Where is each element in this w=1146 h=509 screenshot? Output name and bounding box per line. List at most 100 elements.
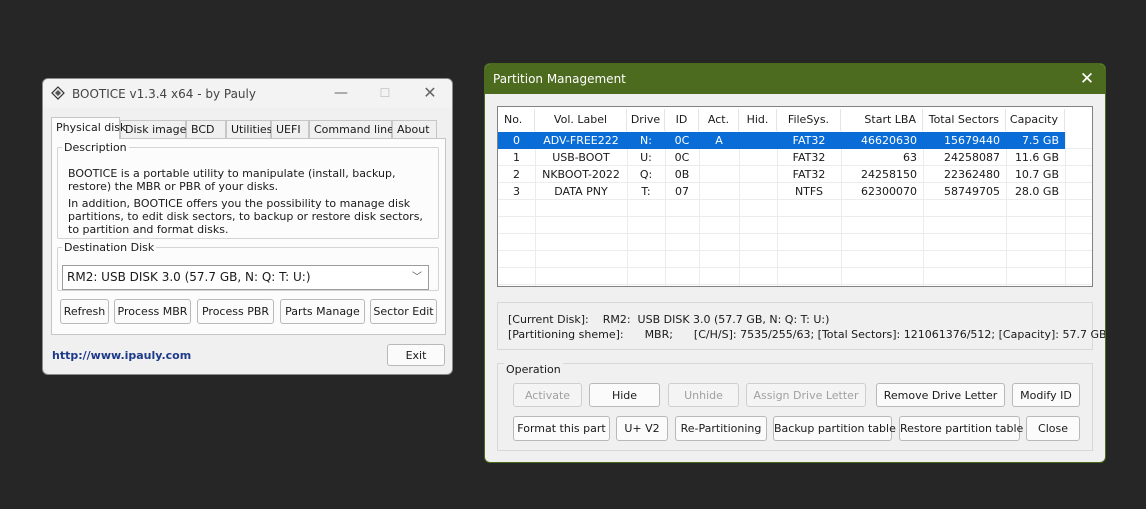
activate-button: Activate [513, 383, 582, 407]
physical-disk-panel: Description BOOTICE is a portable utilit… [51, 138, 446, 335]
restore-partition-table-button[interactable]: Restore partition table [899, 416, 1023, 441]
bootice-titlebar[interactable]: BOOTICE v1.3.4 x64 - by Pauly — ☐ ✕ [43, 79, 452, 108]
destination-legend: Destination Disk [64, 241, 155, 254]
col-total-sectors[interactable]: Total Sectors [923, 109, 1006, 131]
cell-total-sectors: 15679440 [944, 134, 1000, 147]
grid-line [498, 216, 1092, 217]
close-icon[interactable]: ✕ [416, 83, 444, 103]
col-hid[interactable]: Hid. [739, 109, 777, 131]
process-pbr-button[interactable]: Process PBR [197, 299, 274, 324]
cell-drive: T: [641, 185, 651, 198]
backup-partition-table-button[interactable]: Backup partition table [773, 416, 896, 441]
tab-disk-image[interactable]: Disk image [120, 120, 186, 138]
process-mbr-button[interactable]: Process MBR [114, 299, 191, 324]
pm-titlebar[interactable]: Partition Management ✕ [485, 64, 1105, 94]
chevron-down-icon[interactable]: ﹀ [412, 266, 422, 289]
grid-line [1065, 131, 1066, 286]
disk-info-box: [Current Disk]: RM2: USB DISK 3.0 (57.7 … [497, 302, 1105, 350]
close-button[interactable]: Close [1026, 416, 1080, 441]
grid-line [498, 250, 1092, 251]
disk-app-icon [51, 86, 65, 100]
u-v2-button[interactable]: U+ V2 [616, 416, 668, 441]
remove-drive-letter-button[interactable]: Remove Drive Letter [876, 383, 1005, 407]
cell-no: 1 [513, 151, 520, 164]
format-part-button[interactable]: Format this part [513, 416, 610, 441]
hide-button[interactable]: Hide [589, 383, 660, 407]
unhide-button: Unhide [668, 383, 739, 407]
grid-line [498, 267, 1092, 268]
cell-id: 0C [674, 151, 690, 164]
parts-manage-button[interactable]: Parts Manage [280, 299, 365, 324]
col-capacity[interactable]: Capacity [1006, 109, 1065, 131]
cell-hid [739, 132, 777, 149]
tab-utilities[interactable]: Utilities [226, 120, 272, 138]
cell-hid [739, 166, 777, 183]
cell-vol-label: USB-BOOT [552, 151, 610, 164]
cell-vol-label: NKBOOT-2022 [542, 168, 620, 181]
bootice-window: BOOTICE v1.3.4 x64 - by Pauly — ☐ ✕ Phys… [42, 78, 453, 375]
cell-drive: N: [640, 134, 652, 147]
current-disk-info: [Current Disk]: RM2: USB DISK 3.0 (57.7 … [508, 313, 830, 326]
website-link[interactable]: http://www.ipauly.com [52, 349, 191, 362]
table-row[interactable]: 3 DATA PNY T: 07 NTFS 62300070 58749705 28.0 GB [498, 183, 1065, 200]
col-drive[interactable]: Drive [627, 109, 665, 131]
col-no[interactable]: No. [498, 109, 535, 131]
cell-drive: Q: [639, 168, 653, 181]
tab-uefi[interactable]: UEFI [271, 120, 309, 138]
cell-total-sectors: 58749705 [944, 185, 1000, 198]
partition-list[interactable]: No. Vol. Label Drive ID Act. Hid. FileSy… [497, 106, 1093, 287]
cell-act [699, 166, 739, 183]
cell-start-lba: 62300070 [861, 185, 917, 198]
cell-filesys: FAT32 [792, 168, 826, 181]
refresh-button[interactable]: Refresh [60, 299, 109, 324]
cell-id: 0B [674, 168, 690, 181]
tab-bcd[interactable]: BCD [186, 120, 226, 138]
grid-line [498, 233, 1092, 234]
cell-capacity: 7.5 GB [1021, 134, 1059, 147]
table-row[interactable]: 0 ADV-FREE222 N: 0C A FAT32 46620630 15679440 7.… [498, 132, 1065, 149]
repartitioning-button[interactable]: Re-Partitioning [675, 416, 767, 441]
table-row[interactable]: 2 NKBOOT-2022 Q: 0B FAT32 24258150 22362480 10.… [498, 166, 1065, 183]
tab-command-line[interactable]: Command line [309, 120, 394, 138]
cell-start-lba: 46620630 [861, 134, 917, 147]
description-text-2: In addition, BOOTICE offers you the poss… [68, 197, 423, 236]
cell-hid [739, 149, 777, 166]
grid-line [498, 284, 1092, 285]
pm-title: Partition Management [493, 72, 626, 86]
exit-button[interactable]: Exit [387, 344, 445, 366]
tab-physical-disk[interactable]: Physical disk [51, 117, 126, 139]
close-icon[interactable]: ✕ [1077, 68, 1097, 90]
partitioning-scheme-info: [Partitioning sheme]: MBR; [C/H/S]: 7535… [508, 328, 1106, 341]
cell-capacity: 10.7 GB [1014, 168, 1059, 181]
cell-no: 3 [513, 185, 520, 198]
cell-filesys: FAT32 [792, 134, 826, 147]
cell-start-lba: 63 [903, 151, 917, 164]
cell-id: 0C [674, 134, 690, 147]
destination-disk-select[interactable]: RM2: USB DISK 3.0 (57.7 GB, N: Q: T: U:)… [62, 265, 429, 290]
maximize-icon: ☐ [379, 86, 391, 100]
window-title: BOOTICE v1.3.4 x64 - by Pauly [72, 87, 256, 101]
col-vol-label[interactable]: Vol. Label [535, 109, 627, 131]
cell-start-lba: 24258150 [861, 168, 917, 181]
modify-id-button[interactable]: Modify ID [1012, 383, 1080, 407]
description-group: Description BOOTICE is a portable utilit… [57, 141, 439, 239]
col-id[interactable]: ID [665, 109, 699, 131]
cell-filesys: FAT32 [792, 151, 826, 164]
operation-legend: Operation [504, 363, 563, 376]
cell-no: 0 [513, 134, 520, 147]
tab-about[interactable]: About [392, 120, 437, 138]
cell-drive: U: [640, 151, 652, 164]
cell-act [699, 149, 739, 166]
cell-vol-label: DATA PNY [554, 185, 608, 198]
cell-act [699, 183, 739, 200]
col-start-lba[interactable]: Start LBA [841, 109, 923, 131]
cell-vol-label: ADV-FREE222 [543, 134, 619, 147]
destination-disk-value: RM2: USB DISK 3.0 (57.7 GB, N: Q: T: U:) [67, 270, 311, 284]
sector-edit-button[interactable]: Sector Edit [370, 299, 437, 324]
cell-capacity: 28.0 GB [1014, 185, 1059, 198]
minimize-icon[interactable]: — [327, 83, 355, 103]
cell-filesys: NTFS [794, 185, 824, 198]
col-act[interactable]: Act. [699, 109, 739, 131]
col-filesys[interactable]: FileSys. [777, 109, 841, 131]
table-row[interactable]: 1 USB-BOOT U: 0C FAT32 63 24258087 11.6 GB [498, 149, 1065, 166]
